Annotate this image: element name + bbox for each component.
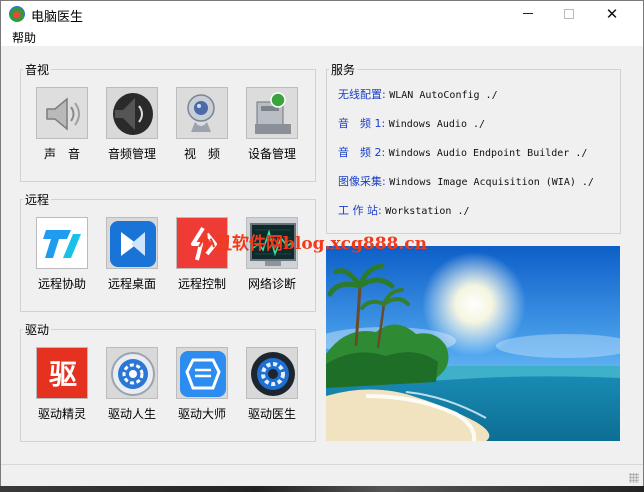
service-row-audio-2: 音 频 2: Windows Audio Endpoint Builder ./: [338, 146, 588, 159]
media-item-video[interactable]: 视 频: [170, 87, 234, 162]
speaker-icon: [36, 87, 88, 139]
remote-desktop-icon: [106, 217, 158, 269]
menu-help[interactable]: 帮助: [12, 29, 36, 46]
window-title: 电脑医生: [31, 10, 84, 25]
group-media-title: 音视: [25, 63, 50, 77]
close-icon: ✕: [605, 5, 619, 23]
driver-item-genius[interactable]: 驱 驱动精灵: [30, 347, 94, 422]
minimize-icon: [523, 13, 533, 14]
media-item-sound[interactable]: 声 音: [30, 87, 94, 162]
driver-item-master[interactable]: 驱动大师: [170, 347, 234, 422]
group-remote-title: 远程: [25, 193, 50, 207]
desktop-background: [0, 486, 644, 492]
driver-life-icon: [106, 347, 158, 399]
title-bar[interactable]: 电脑医生 ✕: [1, 1, 643, 27]
resize-grip-icon[interactable]: [629, 473, 639, 483]
maximize-button[interactable]: [546, 1, 592, 27]
close-button[interactable]: ✕: [589, 1, 635, 27]
services-list: 无线配置: WLAN AutoConfig ./ 音 频 1: Windows …: [326, 61, 621, 234]
group-driver-title: 驱动: [25, 323, 50, 337]
beach-image: [326, 246, 620, 441]
driver-master-icon: [176, 347, 228, 399]
media-item-audio-manager[interactable]: 音频管理: [100, 87, 164, 162]
menu-bar: 帮助: [1, 27, 643, 46]
driver-item-doctor[interactable]: 驱动医生: [240, 347, 304, 422]
watermark-text: 小丑软件网blog.xcg888.cn: [198, 234, 427, 254]
service-row-image-acquisition: 图像采集: Windows Image Acquisition (WIA) ./: [338, 175, 594, 188]
driver-genius-icon: 驱: [36, 347, 88, 399]
service-row-workstation: 工 作 站: Workstation ./: [338, 204, 470, 217]
webcam-icon: [176, 87, 228, 139]
device-manager-icon: [246, 87, 298, 139]
todesk-icon: [36, 217, 88, 269]
service-row-audio-1: 音 频 1: Windows Audio ./: [338, 117, 486, 130]
remote-item-desktop[interactable]: 远程桌面: [100, 217, 164, 292]
driver-item-life[interactable]: 驱动人生: [100, 347, 164, 422]
main-window: 电脑医生 ✕ 帮助 音视 声 音 音频管理 视 频 设备管理 远程 远程协助 远…: [0, 0, 644, 486]
service-row-wlan: 无线配置: WLAN AutoConfig ./: [338, 88, 498, 101]
svg-text:驱: 驱: [49, 358, 77, 391]
maximize-icon: [564, 8, 574, 19]
status-bar: [1, 464, 643, 486]
remote-item-assist[interactable]: 远程协助: [30, 217, 94, 292]
minimize-button[interactable]: [505, 1, 551, 27]
app-icon: [9, 6, 25, 22]
media-item-device-manager[interactable]: 设备管理: [240, 87, 304, 162]
audio-manager-icon: [106, 87, 158, 139]
driver-doctor-icon: [246, 347, 298, 399]
